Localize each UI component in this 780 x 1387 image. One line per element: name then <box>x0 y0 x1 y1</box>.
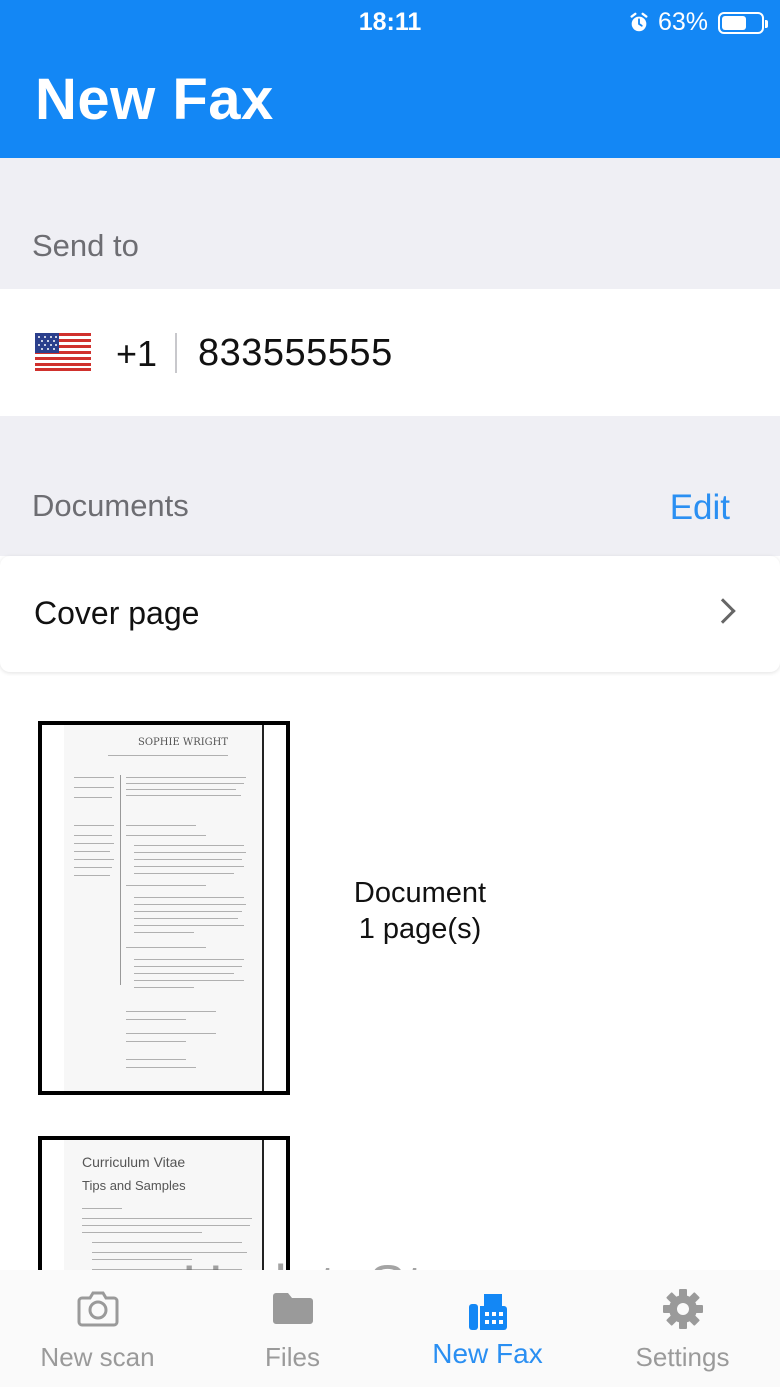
field-divider <box>175 333 177 373</box>
tab-settings[interactable]: Settings <box>585 1270 780 1387</box>
page-preview-2: Curriculum Vitae Tips and Samples <box>64 1140 264 1270</box>
document-thumbnail-2[interactable]: Curriculum Vitae Tips and Samples <box>38 1136 290 1270</box>
cover-page-label: Cover page <box>34 595 200 631</box>
battery-percent: 63% <box>657 8 708 36</box>
country-code[interactable]: +1 <box>116 333 157 375</box>
tab-new-scan[interactable]: New scan <box>0 1270 195 1387</box>
tab-label: Files <box>265 1342 320 1372</box>
fax-icon <box>468 1294 507 1330</box>
status-indicators: 63% <box>628 8 768 37</box>
tab-label: Settings <box>635 1342 730 1372</box>
resume-heading: SOPHIE WRIGHT <box>138 737 229 748</box>
document-page-count: 1 page(s) <box>358 913 482 945</box>
page-preview: SOPHIE WRIGHT <box>64 725 264 1091</box>
document-name: Document <box>353 877 487 909</box>
document-info[interactable]: Document 1 page(s) <box>300 875 540 947</box>
tab-label: New Fax <box>432 1338 543 1369</box>
cv-heading: Curriculum Vitae <box>82 1154 186 1170</box>
tab-new-fax[interactable]: New Fax <box>390 1270 585 1387</box>
documents-list: SOPHIE WRIGHT Document 1 page(s) Curricu… <box>0 676 780 1270</box>
cv-subheading: Tips and Samples <box>82 1178 186 1193</box>
alarm-icon <box>630 12 648 31</box>
battery-icon <box>718 11 768 34</box>
tab-label: New scan <box>40 1342 155 1372</box>
send-to-label: Send to <box>32 228 139 263</box>
document-thumbnail[interactable]: SOPHIE WRIGHT <box>38 721 290 1095</box>
app-header: 18:11 63% New Fax <box>0 0 780 158</box>
send-to-section-header: Send to <box>0 158 780 289</box>
edit-button[interactable]: Edit <box>670 488 730 528</box>
gear-icon <box>662 1289 703 1329</box>
tab-files[interactable]: Files <box>195 1270 390 1387</box>
page-title: New Fax <box>35 67 274 132</box>
camera-icon <box>77 1291 118 1327</box>
phone-number-field[interactable]: 833555555 <box>198 332 393 375</box>
us-flag-icon[interactable] <box>35 333 91 371</box>
tab-bar: New scan Files New Fax Settings <box>0 1270 780 1387</box>
documents-section-header: Documents <box>0 416 780 556</box>
documents-label: Documents <box>32 488 189 523</box>
folder-icon <box>272 1293 313 1324</box>
